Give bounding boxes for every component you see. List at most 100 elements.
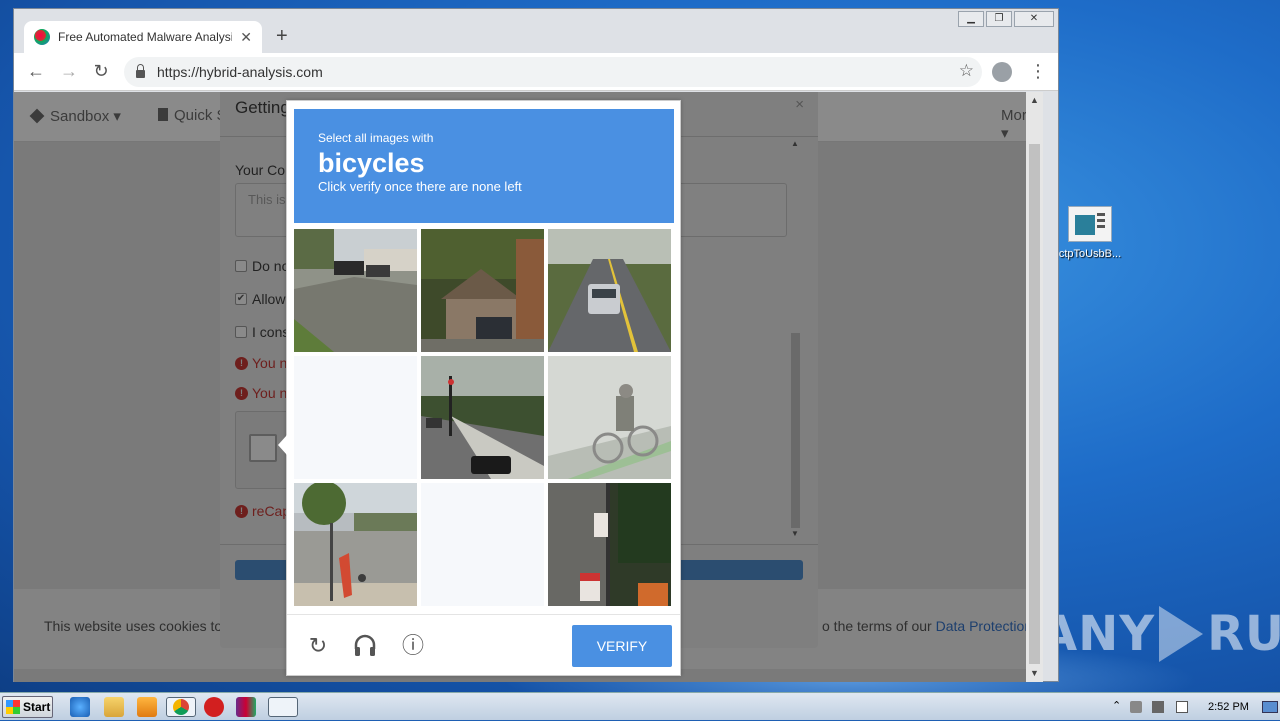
document-icon xyxy=(1068,206,1112,242)
internet-explorer-icon[interactable] xyxy=(70,697,90,717)
nav-sandbox-label: Sandbox ▾ xyxy=(50,108,121,125)
cookie-text-end: o the terms of our Data Protection xyxy=(822,618,1032,634)
image-tile-4[interactable] xyxy=(294,356,417,479)
favicon-icon xyxy=(34,29,50,45)
recaptcha-challenge: Select all images with bicycles Click ve… xyxy=(278,100,681,677)
recaptcha-checkbox[interactable] xyxy=(249,434,277,462)
audio-challenge-icon[interactable] xyxy=(352,633,378,659)
taskbar: Start ⌃ 2:52 PM xyxy=(0,692,1280,720)
challenge-hint: Click verify once there are none left xyxy=(318,179,522,194)
modal-close-button[interactable]: × xyxy=(795,96,804,113)
data-protection-link[interactable]: Data Protection xyxy=(936,618,1033,634)
desktop-file-label: ctpToUsbB... xyxy=(1058,248,1122,260)
tab-close-icon[interactable]: ✕ xyxy=(240,29,252,46)
checkbox-allow[interactable]: ✔ Allow xyxy=(235,291,285,307)
new-tab-button[interactable]: + xyxy=(276,25,288,48)
image-tile-1[interactable] xyxy=(294,229,417,352)
checkbox-label: I cons xyxy=(252,324,290,340)
chrome-taskbar-icon[interactable] xyxy=(166,697,196,717)
checkbox-box-checked[interactable]: ✔ xyxy=(235,293,247,305)
flag-icon[interactable] xyxy=(1176,701,1188,713)
close-window-button[interactable]: ✕ xyxy=(1014,11,1054,27)
url-text: https://hybrid-analysis.com xyxy=(157,64,323,80)
checkbox-consent[interactable]: I cons xyxy=(235,324,289,340)
lock-icon xyxy=(136,64,145,78)
verify-button[interactable]: VERIFY xyxy=(572,625,672,667)
image-tile-5[interactable] xyxy=(421,356,544,479)
play-icon xyxy=(1159,606,1204,662)
reload-challenge-icon[interactable]: ↻ xyxy=(305,633,331,659)
scroll-down-icon[interactable]: ▼ xyxy=(791,529,799,538)
scroll-down-icon[interactable]: ▼ xyxy=(1030,668,1039,678)
street-photo xyxy=(294,229,417,352)
headphones-icon xyxy=(354,634,376,656)
back-button[interactable]: ← xyxy=(26,61,46,82)
page-scroll-thumb[interactable] xyxy=(1029,144,1040,664)
challenge-pointer xyxy=(278,435,287,455)
reload-button[interactable]: ↻ xyxy=(91,61,111,82)
anyrun-watermark: ANY RUN xyxy=(1040,606,1280,662)
window-controls: ▁ ❐ ✕ xyxy=(958,11,1054,27)
error-message: ! You n xyxy=(235,355,287,371)
browser-toolbar: ← → ↻ https://hybrid-analysis.com ☆ ⋮ xyxy=(14,53,1058,91)
scroll-up-icon[interactable]: ▲ xyxy=(1030,95,1039,105)
checkbox-box[interactable] xyxy=(235,326,247,338)
image-tile-6[interactable] xyxy=(548,356,671,479)
image-tile-3[interactable] xyxy=(548,229,671,352)
modal-scrollbar[interactable]: ▲ ▼ xyxy=(788,137,803,542)
image-tile-8[interactable] xyxy=(421,483,544,606)
network-icon[interactable] xyxy=(1152,701,1164,713)
error-icon: ! xyxy=(235,504,248,518)
recaptcha-error: ! reCap xyxy=(235,503,290,519)
cube-icon xyxy=(29,108,45,124)
error-text: You n xyxy=(252,385,288,401)
info-icon[interactable]: ⓘ xyxy=(400,633,426,659)
image-tile-9[interactable] xyxy=(548,483,671,606)
challenge-footer: ↻ ⓘ VERIFY xyxy=(287,614,680,677)
desktop-file-icon[interactable]: ctpToUsbB... xyxy=(1058,206,1122,260)
road-photo xyxy=(548,229,671,352)
show-desktop-button[interactable] xyxy=(1262,701,1278,713)
opera-icon[interactable] xyxy=(204,697,224,717)
house-photo xyxy=(421,229,544,352)
cookie-text: This website uses cookies to xyxy=(44,618,223,634)
start-label: Start xyxy=(23,700,51,714)
volume-icon[interactable] xyxy=(1130,701,1142,713)
checkbox-do-not[interactable]: Do no xyxy=(235,258,289,274)
clock[interactable]: 2:52 PM xyxy=(1208,701,1249,713)
browser-tab[interactable]: Free Automated Malware Analysis Se ✕ xyxy=(24,21,262,53)
show-hidden-icons[interactable]: ⌃ xyxy=(1112,699,1121,712)
profile-avatar[interactable] xyxy=(992,62,1012,82)
windows-logo-icon xyxy=(6,700,20,714)
checkbox-box[interactable] xyxy=(235,260,247,272)
address-bar[interactable]: https://hybrid-analysis.com ☆ xyxy=(124,57,982,87)
scroll-up-icon[interactable]: ▲ xyxy=(791,139,799,148)
image-tile-2[interactable] xyxy=(421,229,544,352)
archive-app-icon[interactable] xyxy=(236,697,256,717)
cookie-text-tail: o the terms of our xyxy=(822,618,932,634)
error-text: You n xyxy=(252,355,288,371)
explorer-folder-icon[interactable] xyxy=(104,697,124,717)
start-button[interactable]: Start xyxy=(2,696,53,718)
page-scrollbar[interactable]: ▲ ▼ xyxy=(1026,92,1043,682)
forward-button[interactable]: → xyxy=(59,61,79,82)
nav-sandbox[interactable]: Sandbox ▾ xyxy=(29,107,121,125)
minimize-button[interactable]: ▁ xyxy=(958,11,984,27)
browser-menu-icon[interactable]: ⋮ xyxy=(1029,61,1047,82)
error-message: ! You n xyxy=(235,385,287,401)
media-player-icon[interactable] xyxy=(137,697,157,717)
nav-quick-label: Quick S xyxy=(174,107,227,124)
system-tray: ⌃ 2:52 PM xyxy=(1104,693,1280,721)
modal-scroll-thumb[interactable] xyxy=(791,333,800,528)
chrome-icon xyxy=(173,699,189,715)
window-taskbar-icon[interactable] xyxy=(268,697,298,717)
image-tile-7[interactable] xyxy=(294,483,417,606)
challenge-header: Select all images with bicycles Click ve… xyxy=(294,109,674,223)
checkbox-label: Allow xyxy=(252,291,286,307)
nav-quick-scan[interactable]: Quick S xyxy=(158,107,227,124)
maximize-button[interactable]: ❐ xyxy=(986,11,1012,27)
bookmark-star-icon[interactable]: ☆ xyxy=(959,61,974,81)
cyclist-photo-faded xyxy=(548,356,671,479)
signpost-photo xyxy=(548,483,671,606)
challenge-target: bicycles xyxy=(318,148,425,178)
